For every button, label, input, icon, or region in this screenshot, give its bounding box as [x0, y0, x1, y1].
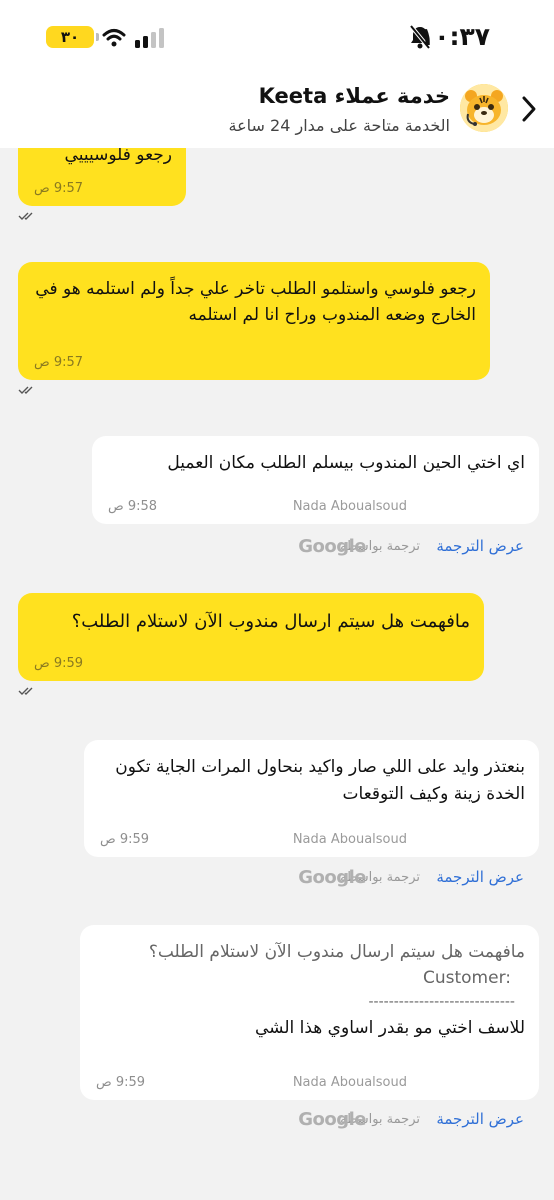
customer-message[interactable]: رجعو فلوسي واستلمو الطلب تاخر علي جداً و…: [18, 262, 490, 380]
chat-title: خدمة عملاء Keeta: [258, 84, 450, 108]
chat-header: خدمة عملاء Keeta الخدمة متاحة على مدار 2…: [0, 76, 554, 148]
sender-name: Nada Aboualsoud: [292, 1075, 407, 1090]
read-receipt-icon: [18, 687, 33, 695]
message-text: مافهمت هل سيتم ارسال مندوب الآن لاستلام …: [71, 611, 470, 632]
avatar[interactable]: [460, 84, 508, 132]
customer-message[interactable]: مافهمت هل سيتم ارسال مندوب الآن لاستلام …: [18, 593, 484, 681]
translation-bar: عرض الترجمة ترجمة بواسطة Google: [262, 867, 524, 890]
message-time: 9:59 ص: [34, 656, 84, 671]
status-bar: ٣٠ ١٠:٣٧: [0, 0, 554, 76]
wifi-icon: [102, 29, 126, 47]
sender-name: Nada Aboualsoud: [292, 832, 407, 847]
google-logo: Google: [298, 867, 366, 888]
message-time: 9:57 ص: [34, 355, 84, 370]
chevron-right-icon[interactable]: [518, 94, 540, 124]
google-logo: Google: [298, 536, 366, 557]
agent-message[interactable]: بنعتذر وايد على اللي صار واكيد بنحاول ال…: [84, 740, 539, 857]
message-time: 9:58 ص: [108, 499, 158, 514]
read-receipt-icon: [18, 212, 33, 220]
message-time: 9:59 ص: [100, 832, 150, 847]
message-text: بنعتذر وايد على اللي صار واكيد بنحاول ال…: [115, 757, 525, 804]
message-text: اي اختي الحين المندوب بيسلم الطلب مكان ا…: [167, 453, 525, 473]
read-receipt-icon: [18, 386, 33, 394]
quote-label: Customer:: [422, 968, 511, 988]
signal-icon: [135, 28, 164, 48]
show-translation-link[interactable]: عرض الترجمة: [436, 868, 524, 886]
message-time: 9:57 ص: [34, 181, 84, 196]
agent-message[interactable]: اي اختي الحين المندوب بيسلم الطلب مكان ا…: [92, 436, 539, 524]
translation-bar: عرض الترجمة ترجمة بواسطة Google: [262, 536, 524, 559]
agent-message[interactable]: مافهمت هل سيتم ارسال مندوب الآن لاستلام …: [80, 925, 539, 1100]
chat-screen: ٣٠ ١٠:٣٧ خدمة عملاء Keeta الخدمة متاحة ع…: [0, 0, 554, 1200]
chat-subtitle: الخدمة متاحة على مدار 24 ساعة: [228, 116, 450, 135]
quote-text: مافهمت هل سيتم ارسال مندوب الآن لاستلام …: [148, 942, 525, 962]
google-logo: Google: [298, 1109, 366, 1130]
message-time: 9:59 ص: [96, 1075, 146, 1090]
status-time: ١٠:٣٧: [418, 22, 490, 51]
quoted-message: مافهمت هل سيتم ارسال مندوب الآن لاستلام …: [94, 939, 525, 991]
battery-indicator: ٣٠: [46, 26, 99, 48]
message-text: للاسف اختي مو بقدر اساوي هذا الشي: [255, 1018, 525, 1038]
message-text: رجعو فلوسي واستلمو الطلب تاخر علي جداً و…: [35, 279, 476, 325]
tiger-mascot-icon: [460, 84, 508, 132]
show-translation-link[interactable]: عرض الترجمة: [436, 537, 524, 555]
quote-divider: -----------------------------: [368, 994, 515, 1010]
show-translation-link[interactable]: عرض الترجمة: [436, 1110, 524, 1128]
sender-name: Nada Aboualsoud: [292, 499, 407, 514]
translation-bar: عرض الترجمة ترجمة بواسطة Google: [262, 1109, 524, 1132]
